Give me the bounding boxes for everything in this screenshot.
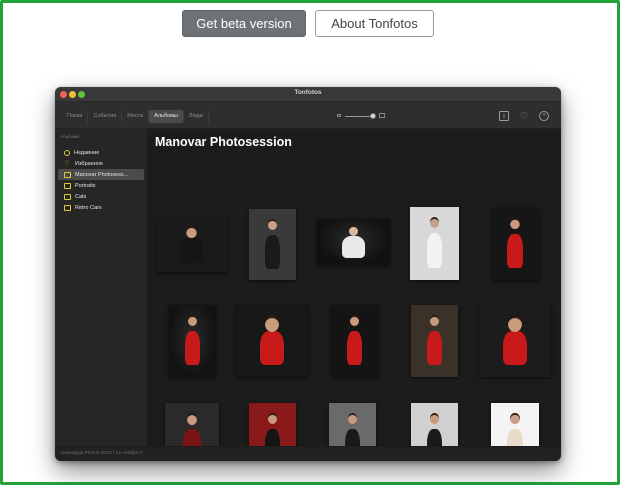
model-figure bbox=[507, 233, 523, 269]
photo-thumbnail[interactable] bbox=[169, 305, 216, 377]
model-figure bbox=[184, 330, 200, 366]
sidebar-item-favorites[interactable]: ♡ Избранное bbox=[58, 158, 144, 169]
album-icon bbox=[64, 204, 71, 211]
app-window: Tonfotos Папки События Места Альбомы Люд… bbox=[55, 87, 561, 461]
model-figure bbox=[426, 330, 442, 366]
album-icon bbox=[64, 171, 71, 178]
model-head bbox=[267, 413, 278, 424]
thumbnail-size-slider[interactable] bbox=[337, 111, 387, 121]
model-head bbox=[429, 217, 440, 229]
sidebar-item-label: Portraits bbox=[75, 182, 96, 189]
photo-thumbnail[interactable] bbox=[410, 207, 459, 280]
heart-icon[interactable]: ♡ bbox=[519, 111, 529, 121]
sidebar-item-retro-cars[interactable]: Retro Cars bbox=[58, 202, 144, 213]
get-beta-button[interactable]: Get beta version bbox=[182, 10, 306, 37]
album-title: Manovar Photosession bbox=[155, 135, 292, 149]
model-head bbox=[264, 315, 280, 332]
model-figure bbox=[180, 237, 203, 264]
photo-thumbnail[interactable] bbox=[236, 305, 308, 377]
window-title: Tonfotos bbox=[294, 89, 322, 96]
slider-knob[interactable] bbox=[370, 113, 376, 119]
model-head bbox=[507, 315, 523, 332]
model-head bbox=[186, 225, 197, 238]
photo-thumbnail[interactable] bbox=[156, 218, 227, 272]
heart-icon: ♡ bbox=[64, 160, 70, 167]
info-icon[interactable]: i bbox=[499, 111, 509, 121]
model-head bbox=[510, 413, 520, 425]
model-figure bbox=[264, 234, 280, 269]
sidebar-heading: Альбомы bbox=[60, 134, 80, 139]
tab-events[interactable]: События bbox=[88, 110, 123, 123]
model-figure bbox=[503, 330, 527, 366]
about-button[interactable]: About Tonfotos bbox=[315, 10, 434, 37]
model-head bbox=[267, 218, 278, 230]
model-head bbox=[349, 315, 360, 326]
sidebar-item-label: Cats bbox=[75, 193, 87, 200]
toolbar: Папки События Места Альбомы Люди i ♡ + bbox=[55, 102, 561, 129]
model-head bbox=[510, 218, 520, 230]
model-figure bbox=[426, 233, 443, 269]
photo-thumbnail[interactable] bbox=[411, 305, 458, 377]
model-figure bbox=[260, 330, 284, 366]
clock-icon bbox=[64, 149, 70, 156]
sidebar-item-portraits[interactable]: Portraits bbox=[58, 180, 144, 191]
photo-thumbnail[interactable] bbox=[317, 219, 390, 265]
tab-albums[interactable]: Альбомы bbox=[149, 110, 184, 123]
model-head bbox=[187, 315, 198, 326]
tab-places[interactable]: Места bbox=[122, 110, 150, 123]
model-head bbox=[347, 413, 358, 424]
model-head bbox=[429, 315, 440, 326]
model-figure bbox=[346, 330, 362, 366]
view-tabs: Папки События Места Альбомы Люди bbox=[62, 110, 209, 123]
photo-thumbnail[interactable] bbox=[331, 305, 378, 377]
sidebar-item-cats[interactable]: Cats bbox=[58, 191, 144, 202]
model-figure bbox=[341, 235, 366, 258]
sidebar-item-label: Недавние bbox=[74, 149, 100, 156]
sidebar-item-recent[interactable]: Недавние bbox=[58, 147, 144, 158]
album-icon bbox=[64, 182, 71, 189]
photo-thumbnail[interactable] bbox=[249, 209, 296, 280]
window-titlebar: Tonfotos bbox=[55, 87, 561, 102]
status-text: Сканирую Photos 2023 \ 14 ноября 2 bbox=[61, 451, 143, 456]
tab-people[interactable]: Люди bbox=[183, 110, 209, 123]
sidebar-item-label: Избранное bbox=[75, 160, 103, 167]
small-image-icon bbox=[337, 114, 341, 117]
sidebar-item-label: Manovar Photosess... bbox=[75, 171, 129, 178]
model-head bbox=[186, 413, 198, 426]
model-head bbox=[429, 413, 440, 424]
sidebar-item-label: Retro Cars bbox=[75, 204, 102, 211]
sidebar-item-manovar[interactable]: Manovar Photosess... bbox=[58, 169, 144, 180]
album-icon bbox=[64, 193, 71, 200]
model-head bbox=[348, 225, 359, 237]
plus-icon[interactable]: + bbox=[539, 111, 549, 121]
large-image-icon bbox=[379, 113, 385, 118]
photo-thumbnail[interactable] bbox=[491, 208, 539, 280]
photo-grid-area: Manovar Photosession bbox=[149, 129, 561, 461]
photo-thumbnail[interactable] bbox=[479, 305, 551, 377]
sidebar: Альбомы Недавние ♡ Избранное Manovar Pho… bbox=[55, 129, 148, 446]
tab-folders[interactable]: Папки bbox=[62, 110, 89, 123]
sidebar-list: Недавние ♡ Избранное Manovar Photosess..… bbox=[58, 147, 144, 213]
status-bar: Сканирую Photos 2023 \ 14 ноября 2 bbox=[55, 446, 561, 461]
